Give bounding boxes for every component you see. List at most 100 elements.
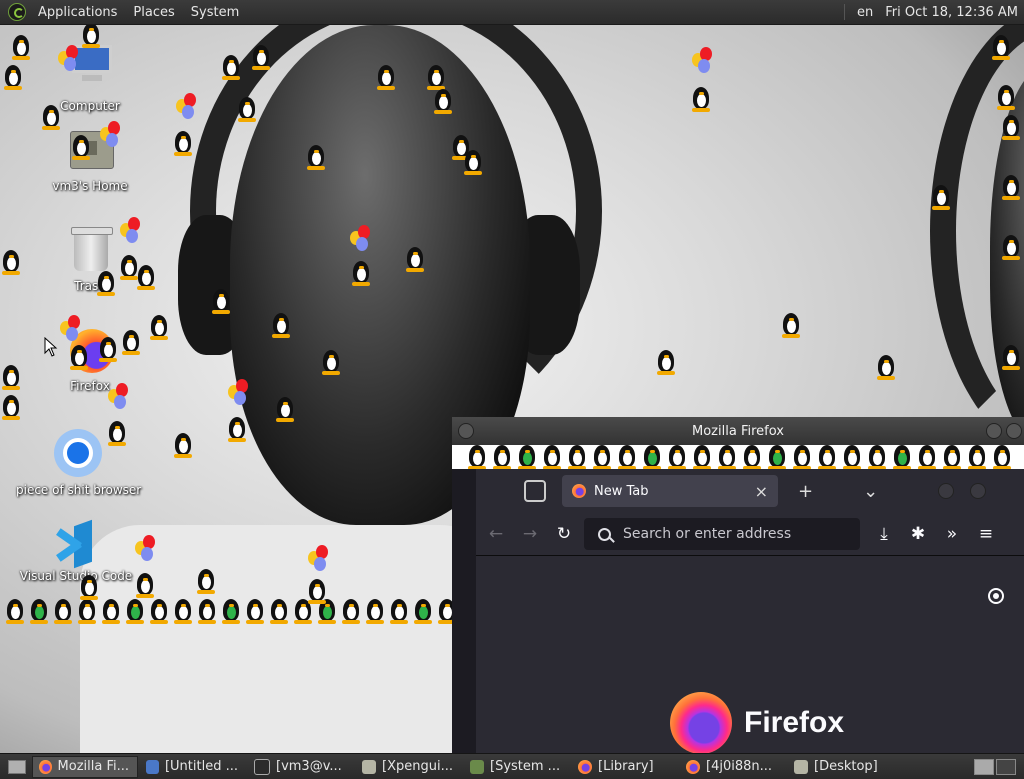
window-menu-button[interactable] xyxy=(458,423,474,439)
csd-minimize-button[interactable] xyxy=(938,483,955,499)
settings-gear-icon[interactable] xyxy=(988,588,1004,604)
penguin-sprite xyxy=(690,87,712,113)
penguin-sprite xyxy=(0,395,22,421)
task-label: [Xpengui... xyxy=(382,759,453,774)
penguin-strip xyxy=(452,445,1024,469)
window-title: Mozilla Firefox xyxy=(692,423,784,439)
balloon-sprite xyxy=(126,229,138,243)
task-label: Mozilla Fi... xyxy=(57,759,129,774)
firefox-view-icon[interactable] xyxy=(524,480,546,502)
penguin-sprite xyxy=(875,355,897,381)
url-bar-placeholder: Search or enter address xyxy=(623,526,792,542)
task-firefox[interactable]: Mozilla Fi... xyxy=(32,755,138,778)
tab-close-icon[interactable]: × xyxy=(755,482,768,501)
workspace-switcher[interactable] xyxy=(972,758,1016,775)
balloon-sprite xyxy=(141,547,153,561)
maximize-button[interactable] xyxy=(1006,423,1022,439)
workspace-1[interactable] xyxy=(974,758,994,775)
penguin-sprite xyxy=(134,573,156,599)
tab-bar: New Tab × + ⌄ xyxy=(476,469,1024,513)
penguin-sprite xyxy=(1000,175,1022,201)
new-tab-page: Firefox xyxy=(476,556,1024,753)
penguin-sprite xyxy=(250,45,272,71)
minimize-button[interactable] xyxy=(986,423,1002,439)
places-menu[interactable]: Places xyxy=(125,5,182,20)
task-firefox-2[interactable]: [4j0i88n... xyxy=(680,756,786,778)
penguin-sprite xyxy=(616,445,638,469)
penguin-sprite xyxy=(566,445,588,469)
tab-new-tab[interactable]: New Tab × xyxy=(562,475,778,507)
task-library[interactable]: [Library] xyxy=(572,756,678,778)
penguin-sprite xyxy=(2,65,24,91)
penguin-sprite xyxy=(995,85,1017,111)
folder-icon xyxy=(794,759,808,774)
applications-menu[interactable]: Applications xyxy=(30,5,125,20)
penguin-sprite xyxy=(210,289,232,315)
balloon-sprite xyxy=(314,557,326,571)
penguin-sprite xyxy=(966,445,988,469)
penguin-sprite xyxy=(274,397,296,423)
task-untitled-editor[interactable]: [Untitled ... xyxy=(140,756,246,778)
firefox-icon xyxy=(578,759,592,774)
penguin-sprite xyxy=(425,65,447,91)
penguin-sprite xyxy=(866,445,888,469)
task-label: [Untitled ... xyxy=(164,759,238,774)
penguin-sprite xyxy=(841,445,863,469)
downloads-button[interactable]: ⤓ xyxy=(870,524,898,544)
show-desktop-icon[interactable] xyxy=(8,759,26,774)
penguin-sprite xyxy=(270,313,292,339)
firefox-icon xyxy=(686,759,700,774)
new-tab-button[interactable]: + xyxy=(798,481,813,502)
penguin-sprite xyxy=(106,421,128,447)
workspace-2[interactable] xyxy=(996,758,1016,775)
penguin-sprite xyxy=(791,445,813,469)
task-label: [Desktop] xyxy=(814,759,878,774)
forward-button[interactable]: → xyxy=(516,524,544,544)
penguin-sprite xyxy=(404,247,426,273)
firefox-window[interactable]: Mozilla Firefox New Tab × + ⌄ ← → ↻ Sear… xyxy=(452,417,1024,753)
csd-maximize-button[interactable] xyxy=(970,483,987,499)
penguin-sprite xyxy=(226,417,248,443)
balloon-sprite xyxy=(114,395,126,409)
bottom-taskbar: Mozilla Fi... [Untitled ... [vm3@v... [X… xyxy=(0,753,1024,779)
balloon-sprite xyxy=(698,59,710,73)
url-bar[interactable]: Search or enter address xyxy=(584,518,860,550)
penguin-sprite xyxy=(780,313,802,339)
penguin-sprite xyxy=(220,55,242,81)
penguin-sprite xyxy=(930,185,952,211)
task-terminal[interactable]: [vm3@v... xyxy=(248,756,354,778)
penguin-sprite xyxy=(916,445,938,469)
back-button[interactable]: ← xyxy=(482,524,510,544)
task-desktop[interactable]: [Desktop] xyxy=(788,756,888,778)
system-menu[interactable]: System xyxy=(183,5,247,20)
overflow-menu-button[interactable]: » xyxy=(938,524,966,544)
penguin-sprite xyxy=(118,255,140,281)
penguin-sprite xyxy=(70,135,92,161)
task-label: [vm3@v... xyxy=(276,759,342,774)
clock[interactable]: Fri Oct 18, 12:36 AM xyxy=(879,5,1024,20)
task-xpenguins[interactable]: [Xpengui... xyxy=(356,756,462,778)
penguin-sprite xyxy=(195,569,217,595)
terminal-icon xyxy=(254,758,270,775)
task-label: [4j0i88n... xyxy=(706,759,773,774)
keyboard-layout-indicator[interactable]: en xyxy=(851,5,879,20)
reload-button[interactable]: ↻ xyxy=(550,524,578,544)
panel-separator xyxy=(844,4,845,20)
penguin-sprite xyxy=(78,575,100,601)
list-all-tabs-button[interactable]: ⌄ xyxy=(863,481,878,502)
app-menu-button[interactable]: ≡ xyxy=(972,524,1000,544)
balloon-sprite xyxy=(234,391,246,405)
balloon-sprite xyxy=(66,327,78,341)
task-system-monitor[interactable]: [System ... xyxy=(464,756,570,778)
extensions-button[interactable]: ✱ xyxy=(904,524,932,544)
penguin-sprite xyxy=(10,35,32,61)
balloon-sprite xyxy=(356,237,368,251)
penguin-sprite xyxy=(0,250,22,276)
penguin-sprite xyxy=(68,345,90,371)
distro-logo-icon[interactable] xyxy=(8,3,26,21)
window-titlebar[interactable]: Mozilla Firefox xyxy=(452,417,1024,445)
penguin-sprite xyxy=(491,445,513,469)
penguin-sprite xyxy=(462,150,484,176)
search-icon xyxy=(598,527,611,541)
penguin-sprite xyxy=(641,445,663,469)
